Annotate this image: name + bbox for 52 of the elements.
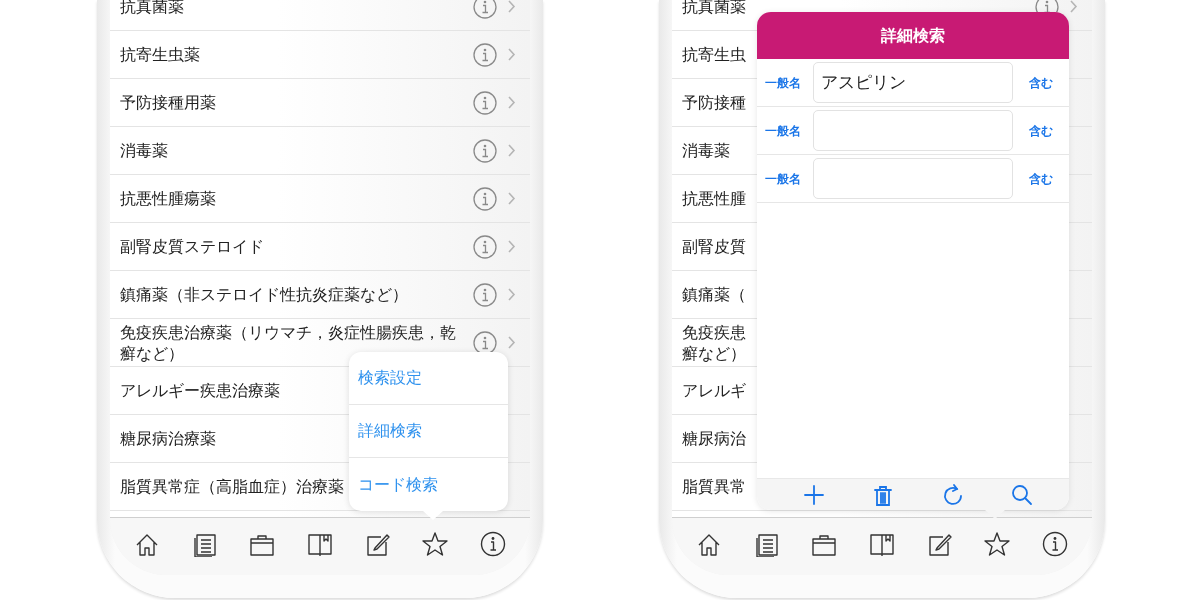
info-icon[interactable]	[479, 530, 506, 557]
row-label: 抗悪性腫	[682, 188, 746, 209]
row-label: 消毒薬	[682, 140, 730, 161]
row-label: 予防接種	[682, 92, 746, 113]
chevron-icon	[507, 95, 516, 110]
input-field[interactable]	[813, 158, 1013, 199]
list-row[interactable]: 抗悪性腫瘍薬	[110, 175, 530, 223]
row-label: 消毒薬	[120, 140, 168, 161]
star-icon[interactable]	[984, 530, 1011, 557]
row-label: 予防接種用薬	[120, 92, 216, 113]
chevron-icon	[507, 191, 516, 206]
row-label: アレルギ	[682, 380, 746, 401]
list-row[interactable]: 鎮痛薬（非ステロイド性抗炎症薬など）	[110, 271, 530, 319]
row-label: 糖尿病治療薬	[120, 428, 216, 449]
list-row[interactable]: 予防接種用薬	[110, 79, 530, 127]
panel-title: 詳細検索	[757, 12, 1069, 59]
input-field[interactable]: アスピリン	[813, 62, 1013, 103]
row-label: 抗寄生虫薬	[120, 44, 200, 65]
search-icon[interactable]	[1011, 483, 1033, 506]
row-label: 免疫疾患 癬など）	[682, 321, 746, 364]
row-label: 鎮痛薬（非ステロイド性抗炎症薬など）	[120, 284, 408, 305]
input-field[interactable]	[813, 110, 1013, 151]
chevron-icon	[507, 47, 516, 62]
add-icon[interactable]	[803, 483, 825, 506]
chevron-icon	[1069, 0, 1078, 14]
list-row[interactable]: 副腎皮質ステロイド	[110, 223, 530, 271]
match-mode-link[interactable]: 含む	[1029, 73, 1053, 92]
chevron-icon	[507, 287, 516, 302]
info-icon[interactable]	[1041, 530, 1068, 557]
row-label: 脂質異常症（高脂血症）治療薬	[120, 476, 344, 497]
chevron-icon	[507, 143, 516, 158]
chevron-icon	[507, 335, 516, 350]
row-label: アレルギー疾患治療薬	[120, 380, 280, 401]
field-label[interactable]: 一般名	[765, 121, 813, 140]
list-row[interactable]: 消毒薬	[110, 127, 530, 175]
row-label: 糖尿病治	[682, 428, 746, 449]
chevron-icon	[507, 239, 516, 254]
star-icon[interactable]	[422, 530, 449, 557]
row-label: 副腎皮質ステロイド	[120, 236, 264, 257]
field-label[interactable]: 一般名	[765, 73, 813, 92]
field-label[interactable]: 一般名	[765, 169, 813, 188]
match-mode-link[interactable]: 含む	[1029, 169, 1053, 188]
chevron-icon	[507, 0, 516, 14]
row-label: 抗寄生虫	[682, 44, 746, 65]
list-row[interactable]: 抗寄生虫薬	[110, 31, 530, 79]
row-label: 抗悪性腫瘍薬	[120, 188, 216, 209]
row-label: 鎮痛薬（	[682, 284, 746, 305]
row-label: 副腎皮質	[682, 236, 746, 257]
row-label: 脂質異常	[682, 476, 746, 497]
trash-icon[interactable]	[872, 483, 895, 506]
match-mode-link[interactable]: 含む	[1029, 121, 1053, 140]
refresh-icon[interactable]	[941, 483, 964, 506]
